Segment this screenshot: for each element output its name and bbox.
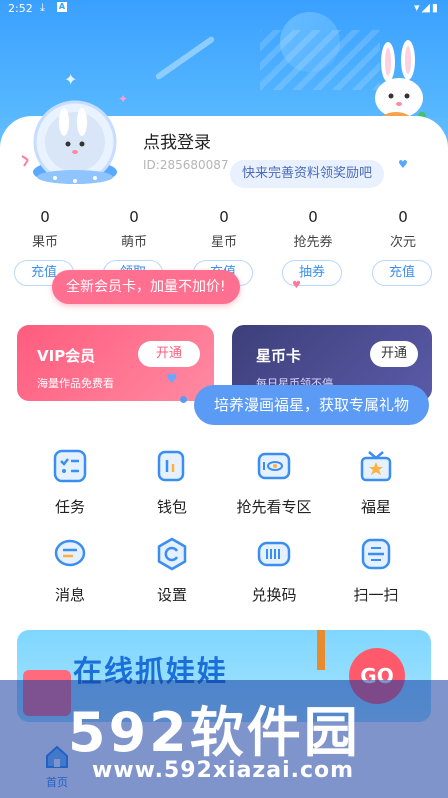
- watermark-overlay: 592软件园 www.592xiazai.com: [0, 680, 448, 798]
- stat-value: 0: [398, 208, 408, 226]
- wallet-stats: 0 果币 0 萌币 0 星币 0 抢先券 0 次元: [0, 208, 448, 254]
- watermark-brand: 592软件园: [68, 701, 361, 764]
- star-card-open-button[interactable]: 开通: [370, 341, 418, 367]
- grid-label: 钱包: [156, 498, 187, 516]
- stat-value: 0: [40, 208, 50, 226]
- grid-settings[interactable]: 设置: [127, 536, 217, 605]
- tip-dot: [180, 396, 187, 403]
- heart-icon: ♥: [292, 280, 301, 291]
- stat-qiangxianquan[interactable]: 0 抢先券: [278, 208, 348, 250]
- membership-promo-bubble[interactable]: 全新会员卡，加量不加价!: [52, 270, 240, 304]
- notification-icon: A: [57, 2, 67, 12]
- vip-card-subtitle: 海量作品免费看: [37, 377, 114, 390]
- grid-label: 设置: [156, 586, 187, 604]
- stat-label: 果币: [31, 235, 58, 250]
- settings-icon: [157, 537, 187, 571]
- profile-tip-bubble[interactable]: 快来完善资料领奖励吧: [230, 160, 385, 188]
- preview-icon: [257, 452, 291, 480]
- lucky-star-icon: [360, 451, 392, 482]
- grid-redeem-code[interactable]: 兑换码: [229, 536, 319, 605]
- stat-label: 星币: [210, 235, 237, 250]
- grid-label: 抢先看专区: [236, 498, 312, 516]
- watermark-url: www.592xiazai.com: [92, 758, 355, 783]
- login-prompt[interactable]: 点我登录: [143, 128, 211, 153]
- stat-xingbi[interactable]: 0 星币: [189, 208, 259, 250]
- stat-label: 次元: [389, 235, 416, 250]
- grid-wallet[interactable]: 钱包: [127, 448, 217, 517]
- grid-label: 扫一扫: [353, 586, 399, 604]
- grid-preview-zone[interactable]: 抢先看专区: [229, 448, 319, 517]
- decor-streak: [154, 35, 216, 81]
- grid-label: 福星: [360, 498, 391, 516]
- message-icon: [54, 539, 86, 567]
- vip-card[interactable]: VIP会员 海量作品免费看 开通: [17, 325, 214, 401]
- heart-icon: ♥: [398, 158, 408, 171]
- heart-icon: ♥: [166, 372, 178, 387]
- grid-label: 消息: [54, 586, 85, 604]
- task-icon: [53, 449, 87, 483]
- avatar[interactable]: [20, 92, 130, 192]
- wallet-icon: [157, 450, 185, 482]
- signal-battery-icons: ▾◢▮: [413, 1, 440, 14]
- star-card-title: 星币卡: [256, 347, 302, 365]
- stat-value: 0: [308, 208, 318, 226]
- vip-card-title: VIP会员: [37, 347, 96, 365]
- download-icon: ⤓: [40, 1, 45, 14]
- recharge-button[interactable]: 充值: [372, 260, 432, 286]
- stat-value: 0: [219, 208, 229, 226]
- stat-value: 0: [129, 208, 139, 226]
- lucky-star-tip-bubble[interactable]: 培养漫画福星，获取专属礼物: [194, 385, 429, 425]
- stat-label: 萌币: [120, 235, 147, 250]
- user-id: ID:285680087: [143, 158, 229, 172]
- claw-image: [317, 630, 325, 670]
- stat-guobi[interactable]: 0 果币: [10, 208, 80, 250]
- scan-icon: [361, 538, 391, 570]
- sparkle-icon: ✦: [64, 70, 78, 89]
- status-time: 2:52: [8, 2, 33, 15]
- grid-lucky-star[interactable]: 福星: [331, 448, 421, 517]
- stat-label: 抢先券: [293, 235, 333, 250]
- decor-stripes: [260, 30, 380, 90]
- grid-message[interactable]: 消息: [25, 536, 115, 605]
- stat-ciyuan[interactable]: 0 次元: [368, 208, 438, 250]
- draw-coupon-button[interactable]: 抽券: [282, 260, 342, 286]
- vip-open-button[interactable]: 开通: [138, 341, 200, 367]
- grid-task[interactable]: 任务: [25, 448, 115, 517]
- redeem-code-icon: [257, 541, 291, 567]
- status-bar: 2:52 ⤓ A ▾◢▮: [0, 0, 448, 18]
- grid-label: 任务: [54, 498, 85, 516]
- grid-scan[interactable]: 扫一扫: [331, 536, 421, 605]
- stat-mengbi[interactable]: 0 萌币: [99, 208, 169, 250]
- grid-label: 兑换码: [251, 586, 297, 604]
